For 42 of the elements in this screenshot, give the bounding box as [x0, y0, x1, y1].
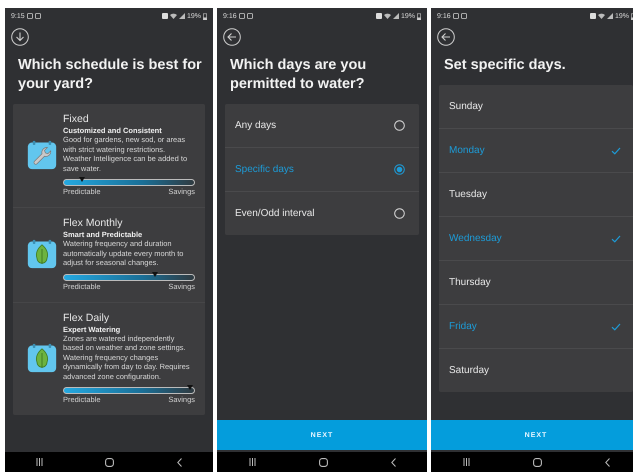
schedule-name: Fixed [63, 113, 90, 126]
back-button[interactable] [437, 28, 455, 46]
signal-icon [606, 13, 613, 19]
signal-icon [178, 13, 185, 19]
schedule-name: Flex Monthly [63, 217, 124, 230]
day-row[interactable]: Sunday [439, 85, 633, 129]
schedule-name: Flex Daily [63, 312, 110, 324]
leaf-calendar-icon [27, 238, 57, 270]
option-row[interactable]: Even/Odd interval [225, 192, 419, 235]
signal-icon [392, 13, 399, 19]
home-icon[interactable] [532, 458, 542, 466]
day-row[interactable]: Tuesday [439, 173, 633, 217]
alarm-icon [162, 13, 168, 19]
home-icon[interactable] [318, 458, 328, 466]
back-button[interactable] [223, 28, 241, 46]
day-row[interactable]: Thursday [439, 261, 633, 305]
radio-button[interactable] [394, 164, 405, 175]
download-button[interactable] [11, 28, 29, 46]
wifi-icon [598, 13, 605, 19]
wifi-icon [170, 13, 177, 19]
check-icon [611, 234, 621, 242]
leaf-calendar-icon [27, 342, 57, 374]
recent-apps-icon[interactable] [462, 458, 470, 466]
screen-title: Set specific days. [444, 56, 567, 75]
home-icon[interactable] [105, 458, 114, 466]
back-icon[interactable] [390, 458, 396, 466]
wifi-icon [384, 13, 391, 19]
check-icon [611, 322, 621, 330]
check-icon [611, 146, 621, 154]
recent-apps-icon[interactable] [36, 458, 44, 466]
alarm-icon [376, 13, 382, 19]
wrench-calendar-icon [27, 139, 57, 171]
battery-icon [203, 12, 207, 20]
screen-title: Which days are you permitted to water? [230, 56, 368, 94]
option-row[interactable]: Any days [225, 104, 419, 148]
day-row[interactable]: Saturday [439, 349, 633, 392]
battery-icon [417, 12, 421, 20]
screen-title: Which schedule is best for your yard? [18, 56, 203, 94]
back-icon[interactable] [176, 458, 182, 466]
alarm-icon [590, 13, 596, 19]
recent-apps-icon[interactable] [248, 458, 256, 466]
back-icon[interactable] [604, 458, 610, 466]
